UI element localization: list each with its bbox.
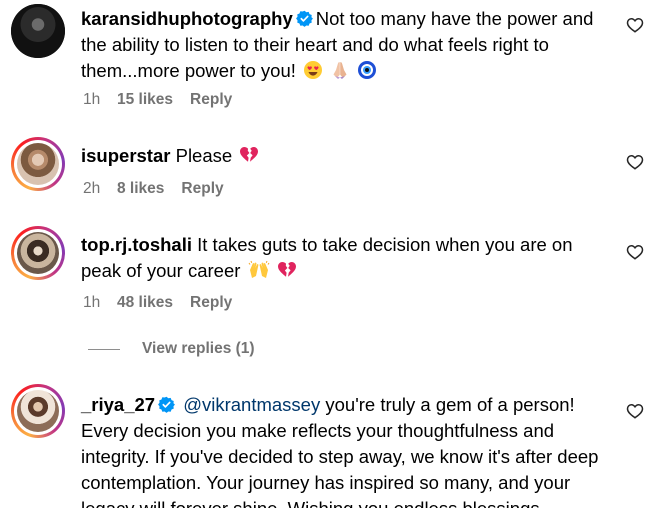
comment-body: karansidhuphotography Not too many have t… [81, 6, 606, 84]
comment-meta: 1h 15 likes Reply [83, 91, 232, 109]
heart-outline-icon[interactable] [626, 402, 644, 420]
avatar[interactable] [11, 226, 65, 280]
avatar[interactable] [11, 137, 65, 191]
broken-heart-icon [240, 147, 259, 162]
heart-outline-icon[interactable] [626, 243, 644, 261]
comment-body: top.rj.toshali It takes guts to take dec… [81, 232, 606, 284]
comment-body: isuperstar Please [81, 143, 606, 169]
folded-hands-icon [333, 62, 347, 79]
view-replies-label: View replies (1) [142, 340, 255, 357]
comment-username[interactable]: karansidhuphotography [81, 8, 293, 29]
comment-username[interactable]: top.rj.toshali [81, 234, 192, 255]
comment-time: 1h [83, 91, 101, 108]
likes-count[interactable]: 8 likes [117, 180, 164, 198]
heart-outline-icon[interactable] [626, 153, 644, 171]
view-replies-button[interactable]: View replies (1) [88, 340, 255, 358]
smiling-face-with-heart-eyes-icon [304, 61, 323, 79]
comment-time: 2h [83, 180, 101, 197]
verified-badge-icon [158, 396, 176, 413]
comment-meta: 1h 48 likes Reply [83, 294, 232, 312]
verified-badge-icon [295, 10, 313, 27]
avatar[interactable] [11, 384, 65, 438]
reply-button[interactable]: Reply [190, 91, 232, 109]
comment-username[interactable]: isuperstar [81, 145, 170, 166]
comment-text: Please [175, 145, 233, 166]
avatar[interactable] [11, 4, 65, 58]
reply-button[interactable]: Reply [190, 294, 232, 312]
reply-button[interactable]: Reply [181, 180, 223, 198]
comment-body: _riya_27 @vikrantmassey you're truly a g… [81, 392, 606, 508]
heart-outline-icon[interactable] [626, 16, 644, 34]
broken-heart-icon [277, 262, 296, 277]
replies-divider [88, 348, 120, 350]
comment-username[interactable]: _riya_27 [81, 394, 155, 415]
comment-time: 1h [83, 294, 101, 311]
nazar-amulet-icon [358, 61, 377, 79]
likes-count[interactable]: 48 likes [117, 294, 173, 312]
likes-count[interactable]: 15 likes [117, 91, 173, 109]
mention-link[interactable]: @vikrantmassey [183, 394, 320, 415]
comment-meta: 2h 8 likes Reply [83, 180, 224, 198]
raising-hands-icon [248, 260, 269, 278]
